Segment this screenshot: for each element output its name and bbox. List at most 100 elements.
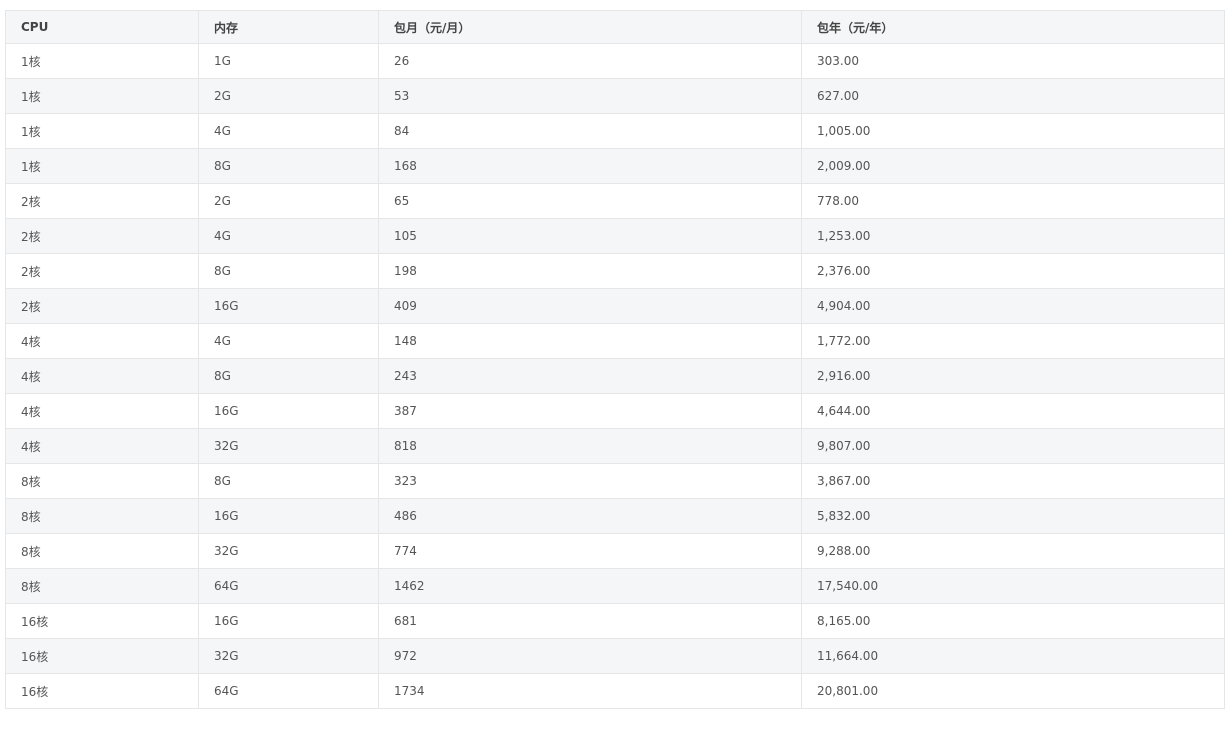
cell-monthly-price: 323 [378,463,802,499]
table-row: 2核 2G 65 778.00 [5,183,1225,219]
cell-memory: 4G [198,218,379,254]
cell-memory: 32G [198,638,379,674]
cell-yearly-price: 3,867.00 [801,463,1225,499]
header-memory: 内存 [198,10,379,44]
table-row: 4核 8G 243 2,916.00 [5,358,1225,394]
cell-memory: 8G [198,148,379,184]
cell-yearly-price: 778.00 [801,183,1225,219]
cell-yearly-price: 9,288.00 [801,533,1225,569]
pricing-table: CPU 内存 包月（元/月） 包年（元/年） 1核 1G 26 303.00 1核 2G 5… [5,10,1225,709]
cell-monthly-price: 84 [378,113,802,149]
cell-cpu: 4核 [5,323,199,359]
cell-cpu: 2核 [5,253,199,289]
cell-yearly-price: 11,664.00 [801,638,1225,674]
cell-yearly-price: 303.00 [801,43,1225,79]
cell-cpu: 8核 [5,568,199,604]
cell-yearly-price: 2,009.00 [801,148,1225,184]
table-row: 8核 8G 323 3,867.00 [5,463,1225,499]
table-row: 16核 32G 972 11,664.00 [5,638,1225,674]
cell-monthly-price: 1462 [378,568,802,604]
table-row: 1核 4G 84 1,005.00 [5,113,1225,149]
cell-yearly-price: 627.00 [801,78,1225,114]
cell-cpu: 2核 [5,218,199,254]
cell-monthly-price: 818 [378,428,802,464]
cell-cpu: 16核 [5,638,199,674]
table-row: 4核 4G 148 1,772.00 [5,323,1225,359]
cell-monthly-price: 1734 [378,673,802,709]
table-row: 8核 32G 774 9,288.00 [5,533,1225,569]
table-row: 8核 64G 1462 17,540.00 [5,568,1225,604]
cell-monthly-price: 148 [378,323,802,359]
table-row: 4核 16G 387 4,644.00 [5,393,1225,429]
cell-yearly-price: 17,540.00 [801,568,1225,604]
cell-cpu: 1核 [5,43,199,79]
cell-yearly-price: 5,832.00 [801,498,1225,534]
cell-yearly-price: 2,376.00 [801,253,1225,289]
cell-cpu: 4核 [5,393,199,429]
cell-memory: 16G [198,498,379,534]
cell-monthly-price: 972 [378,638,802,674]
cell-memory: 2G [198,183,379,219]
cell-cpu: 4核 [5,358,199,394]
cell-cpu: 8核 [5,498,199,534]
cell-cpu: 16核 [5,673,199,709]
cell-memory: 1G [198,43,379,79]
cell-yearly-price: 4,644.00 [801,393,1225,429]
cell-cpu: 4核 [5,428,199,464]
cell-monthly-price: 105 [378,218,802,254]
cell-cpu: 2核 [5,288,199,324]
cell-yearly-price: 1,772.00 [801,323,1225,359]
table-row: 4核 32G 818 9,807.00 [5,428,1225,464]
cell-monthly-price: 26 [378,43,802,79]
cell-yearly-price: 8,165.00 [801,603,1225,639]
cell-yearly-price: 20,801.00 [801,673,1225,709]
cell-monthly-price: 774 [378,533,802,569]
cell-monthly-price: 681 [378,603,802,639]
cell-cpu: 1核 [5,148,199,184]
cell-monthly-price: 486 [378,498,802,534]
cell-monthly-price: 53 [378,78,802,114]
table-row: 1核 1G 26 303.00 [5,43,1225,79]
table-row: 1核 8G 168 2,009.00 [5,148,1225,184]
cell-cpu: 2核 [5,183,199,219]
table-body: 1核 1G 26 303.00 1核 2G 53 627.00 1核 4G 84 1,005.00 1核… [5,43,1225,709]
cell-yearly-price: 1,253.00 [801,218,1225,254]
header-cpu: CPU [5,10,199,44]
cell-memory: 2G [198,78,379,114]
header-yearly-price: 包年（元/年） [801,10,1225,44]
cell-monthly-price: 409 [378,288,802,324]
cell-memory: 16G [198,288,379,324]
cell-cpu: 8核 [5,463,199,499]
table-header-row: CPU 内存 包月（元/月） 包年（元/年） [5,10,1225,44]
table-row: 1核 2G 53 627.00 [5,78,1225,114]
table-row: 16核 64G 1734 20,801.00 [5,673,1225,709]
cell-monthly-price: 65 [378,183,802,219]
cell-monthly-price: 168 [378,148,802,184]
cell-memory: 32G [198,533,379,569]
cell-monthly-price: 198 [378,253,802,289]
header-monthly-price: 包月（元/月） [378,10,802,44]
table-row: 2核 8G 198 2,376.00 [5,253,1225,289]
cell-memory: 16G [198,603,379,639]
cell-cpu: 1核 [5,113,199,149]
cell-cpu: 1核 [5,78,199,114]
cell-yearly-price: 9,807.00 [801,428,1225,464]
table-row: 2核 16G 409 4,904.00 [5,288,1225,324]
cell-memory: 64G [198,673,379,709]
cell-memory: 8G [198,358,379,394]
cell-monthly-price: 243 [378,358,802,394]
cell-monthly-price: 387 [378,393,802,429]
cell-memory: 4G [198,323,379,359]
table-row: 2核 4G 105 1,253.00 [5,218,1225,254]
table-row: 16核 16G 681 8,165.00 [5,603,1225,639]
table-row: 8核 16G 486 5,832.00 [5,498,1225,534]
cell-yearly-price: 4,904.00 [801,288,1225,324]
cell-yearly-price: 1,005.00 [801,113,1225,149]
cell-yearly-price: 2,916.00 [801,358,1225,394]
pricing-table-container: CPU 内存 包月（元/月） 包年（元/年） 1核 1G 26 303.00 1核 2G 5… [5,10,1225,709]
cell-cpu: 8核 [5,533,199,569]
cell-memory: 16G [198,393,379,429]
cell-memory: 8G [198,253,379,289]
cell-memory: 64G [198,568,379,604]
cell-memory: 4G [198,113,379,149]
